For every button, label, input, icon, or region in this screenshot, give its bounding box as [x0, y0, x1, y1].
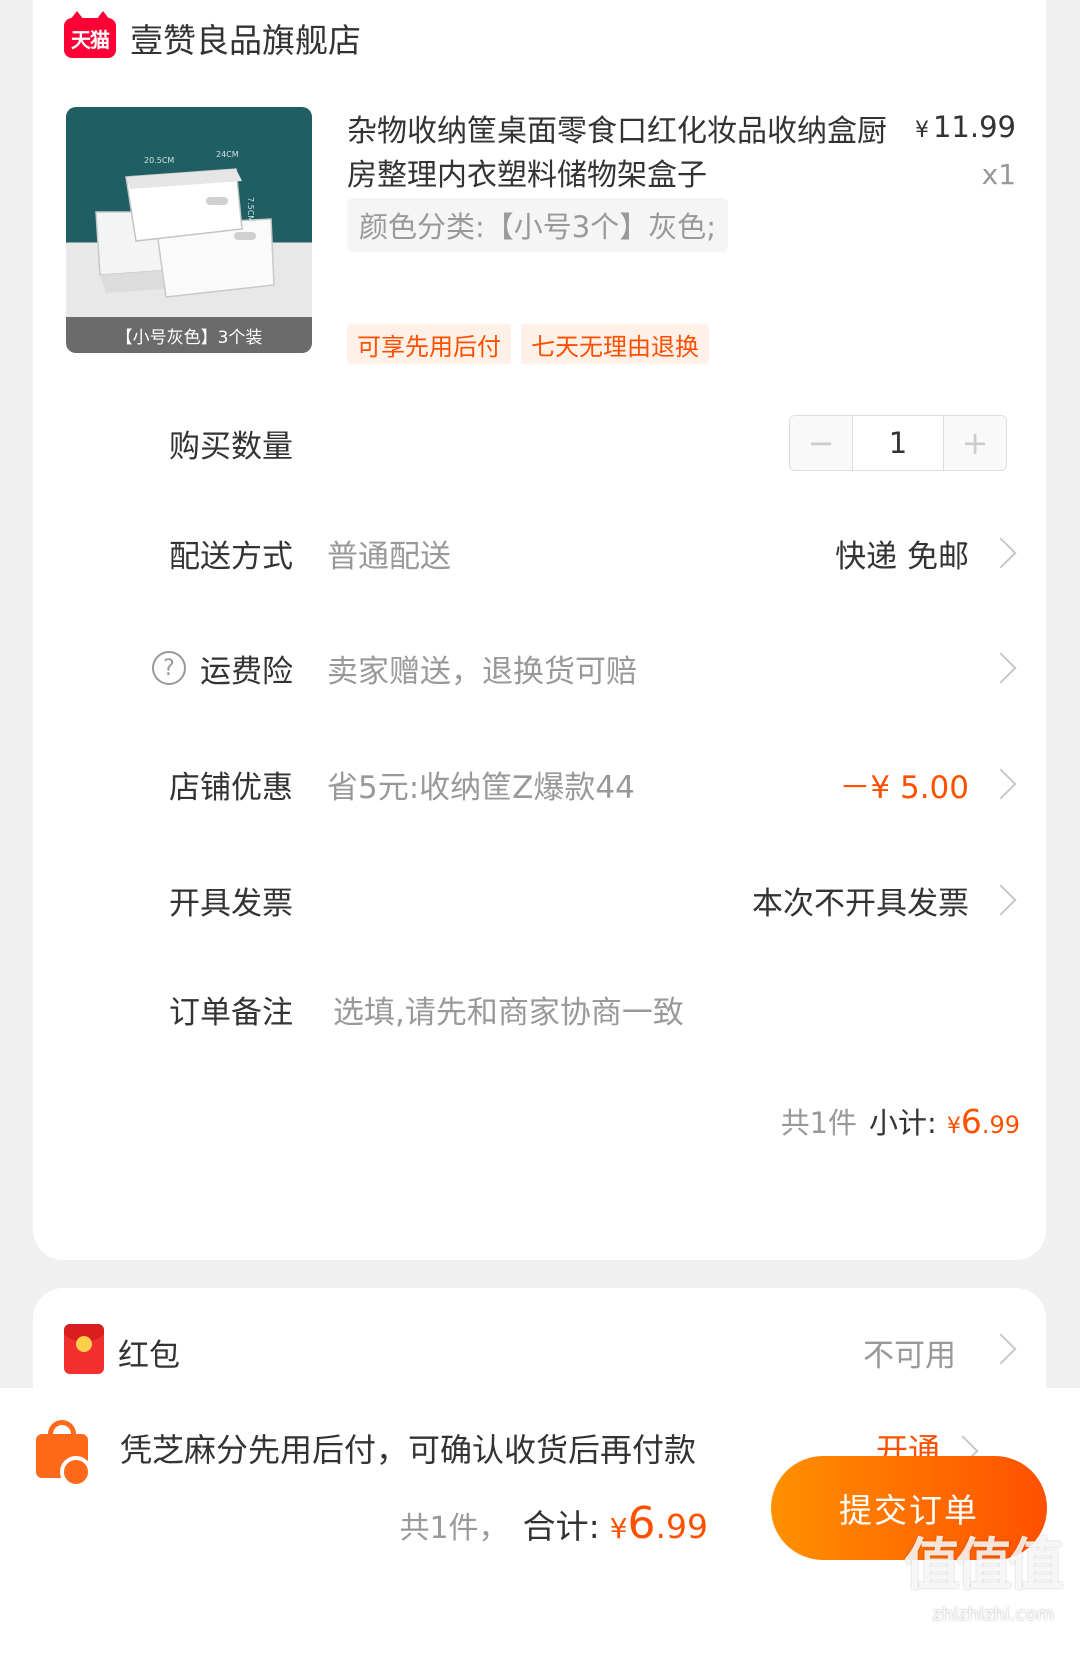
red-packet-row[interactable]: 红包 不可用 [33, 1320, 1046, 1380]
delivery-row[interactable]: 配送方式 普通配送 快递 免邮 [33, 523, 1046, 583]
quantity-label: 购买数量 [169, 428, 293, 465]
chevron-right-icon [985, 768, 1017, 800]
red-packet-value: 不可用 [863, 1338, 956, 1374]
chevron-right-icon [985, 652, 1017, 684]
red-packet-label: 红包 [118, 1338, 180, 1374]
quantity-stepper[interactable]: − 1 + [789, 415, 1007, 471]
service-tags: 可享先用后付 七天无理由退换 [347, 324, 709, 364]
help-icon[interactable]: ? [152, 651, 186, 685]
subtotal-currency: ¥ [946, 1114, 961, 1139]
product-price: ¥11.99 [915, 110, 1016, 144]
pay-later-text: 凭芝麻分先用后付，可确认收货后再付款 [120, 1431, 697, 1469]
invoice-value: 本次不开具发票 [752, 885, 969, 922]
submit-order-button[interactable]: 提交订单 [771, 1456, 1047, 1560]
price-currency: ¥ [914, 118, 929, 143]
total-label: 合计: [522, 1507, 600, 1546]
product-quantity: x1 [981, 158, 1016, 191]
total-cents: .99 [655, 1507, 708, 1546]
delivery-desc: 普通配送 [327, 538, 451, 575]
increase-button[interactable]: + [944, 416, 1006, 470]
shipping-insurance-row[interactable]: ? 运费险 卖家赠送，退换货可赔 [33, 638, 1046, 698]
invoice-label: 开具发票 [169, 885, 293, 922]
store-name[interactable]: 壹赞良品旗舰店 [130, 14, 361, 62]
store-header[interactable]: 天猫 壹赞良品旗舰店 [64, 11, 361, 64]
total-currency: ¥ [609, 1512, 628, 1545]
service-tag-pay-later: 可享先用后付 [347, 324, 511, 364]
sku-tag[interactable]: 颜色分类:【小号3个】灰色; [347, 198, 728, 252]
shipping-insurance-label: 运费险 [200, 653, 293, 690]
total-count: 共1件， [399, 1511, 509, 1546]
chevron-right-icon [985, 537, 1017, 569]
dim-depth-label: 24CM [216, 150, 239, 159]
shopping-bag-icon [36, 1420, 92, 1488]
total-amount: 6 [627, 1498, 656, 1549]
store-discount-label: 店铺优惠 [169, 769, 293, 806]
quantity-row: 购买数量 − 1 + [33, 413, 1046, 473]
chevron-right-icon [985, 1333, 1017, 1365]
tmall-logo-icon: 天猫 [64, 11, 116, 58]
product-image[interactable]: 20.5CM 24CM 7.5CM 【小号灰色】3个装 [66, 107, 312, 353]
store-discount-row[interactable]: 店铺优惠 省5元:收纳筐Z爆款44 －¥ 5.00 [33, 754, 1046, 814]
chevron-right-icon [985, 884, 1017, 916]
product-image-caption: 【小号灰色】3个装 [66, 317, 312, 353]
shipping-insurance-desc: 卖家赠送，退换货可赔 [327, 653, 637, 690]
order-total: 共1件， 合计: ¥ 6 .99 [399, 1498, 708, 1549]
subtotal: 共1件 小计: ¥ 6 .99 [781, 1100, 1020, 1142]
order-note-input[interactable]: 选填,请先和商家协商一致 [333, 987, 684, 1032]
store-discount-desc: 省5元:收纳筐Z爆款44 [327, 769, 635, 806]
order-note-label: 订单备注 [169, 994, 293, 1031]
invoice-row[interactable]: 开具发票 本次不开具发票 [33, 870, 1046, 930]
delivery-value: 快递 免邮 [835, 538, 969, 575]
dim-height-label: 7.5CM [246, 197, 255, 222]
subtotal-count: 共1件 [780, 1106, 858, 1140]
store-discount-value: －¥ 5.00 [839, 769, 969, 806]
product-title[interactable]: 杂物收纳筐桌面零食口红化妆品收纳盒厨房整理内衣塑料储物架盒子 [347, 110, 887, 198]
order-card: 天猫 壹赞良品旗舰店 20.5CM 24CM 7.5CM 【小号灰色】3个装 杂… [33, 0, 1046, 1260]
shipping-insurance-label-group: ? 运费险 [152, 646, 293, 691]
red-packet-icon [64, 1324, 104, 1374]
service-tag-return: 七天无理由退换 [521, 324, 709, 364]
delivery-label: 配送方式 [169, 538, 293, 575]
decrease-button[interactable]: − [790, 416, 852, 470]
order-note-row: 订单备注 选填,请先和商家协商一致 [33, 979, 1046, 1039]
subtotal-label: 小计: [869, 1106, 937, 1140]
dim-width-label: 20.5CM [144, 156, 174, 165]
subtotal-cents: .99 [981, 1111, 1020, 1139]
subtotal-amount: 6 [960, 1102, 982, 1141]
order-confirm-page: 天猫 壹赞良品旗舰店 20.5CM 24CM 7.5CM 【小号灰色】3个装 杂… [0, 0, 1080, 1664]
price-value: 11.99 [932, 110, 1016, 144]
quantity-value[interactable]: 1 [852, 416, 944, 470]
